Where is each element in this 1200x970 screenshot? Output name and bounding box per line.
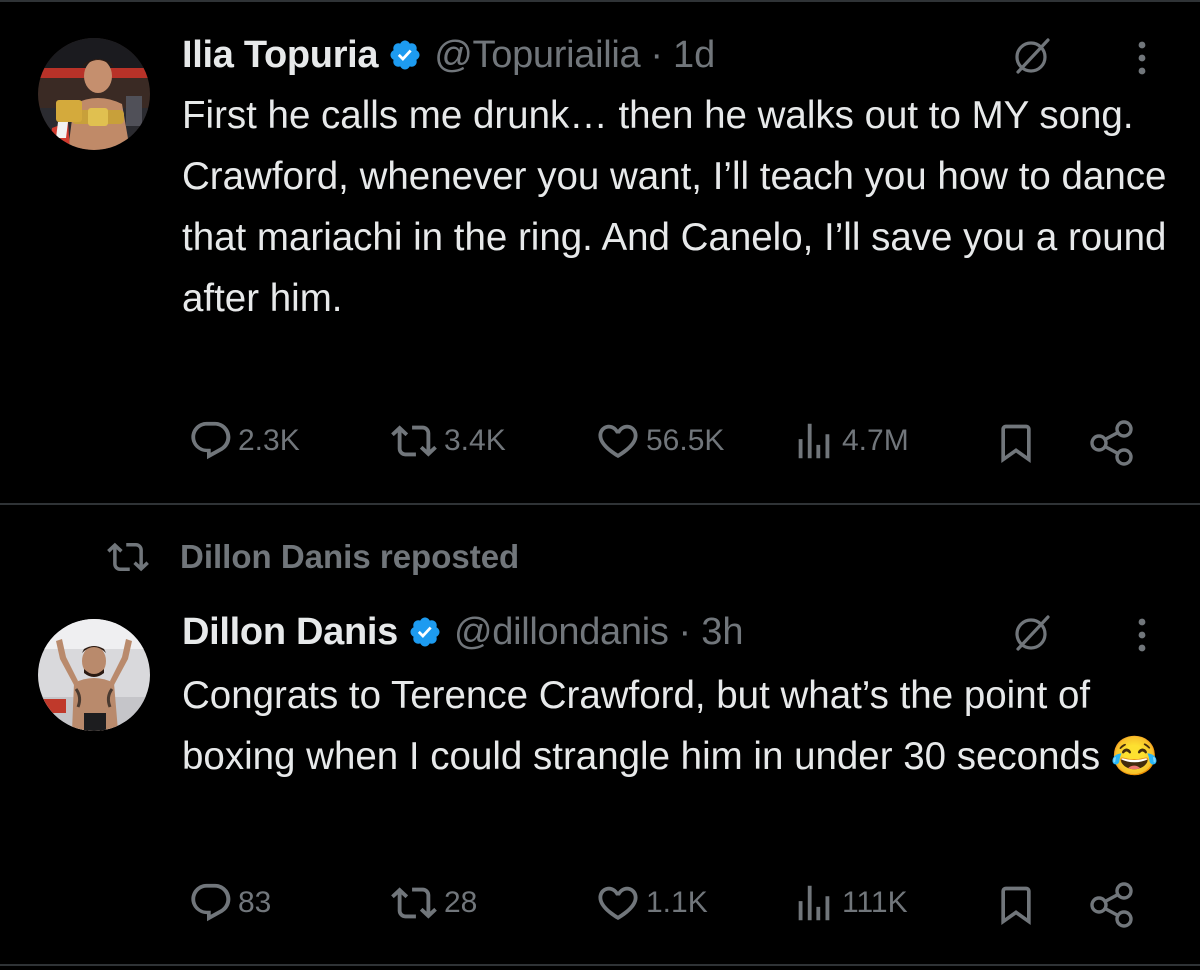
tweet-text: Congrats to Terence Crawford, but what’s… bbox=[182, 665, 1172, 787]
like-count: 1.1K bbox=[646, 886, 708, 919]
timestamp[interactable]: 1d bbox=[673, 34, 715, 77]
share-icon[interactable] bbox=[1088, 420, 1136, 466]
tweet-header: Ilia Topuria @Topuriailia · 1d bbox=[182, 30, 715, 80]
tweet-danis[interactable]: Dillon Danis @dillondanis · 3h Congrats … bbox=[0, 505, 1200, 965]
avatar[interactable] bbox=[38, 619, 150, 731]
repost-count: 3.4K bbox=[444, 424, 506, 457]
tweet-text-content: Congrats to Terence Crawford, but what’s… bbox=[182, 674, 1101, 778]
like-button[interactable]: 1.1K bbox=[594, 880, 708, 926]
handle[interactable]: @Topuriailia bbox=[434, 34, 640, 77]
repost-button[interactable]: 3.4K bbox=[388, 418, 506, 464]
verified-icon bbox=[390, 40, 420, 70]
action-bar: 83 28 1.1K 111K bbox=[0, 880, 1200, 930]
like-icon bbox=[598, 424, 638, 459]
tweet-topuria[interactable]: Ilia Topuria @Topuriailia · 1d First he … bbox=[0, 0, 1200, 504]
like-button[interactable]: 56.5K bbox=[594, 418, 724, 464]
like-count: 56.5K bbox=[646, 424, 725, 457]
display-name[interactable]: Ilia Topuria bbox=[182, 34, 379, 77]
reply-count: 2.3K bbox=[238, 424, 300, 457]
repost-icon bbox=[391, 887, 437, 919]
tweet-header: Dillon Danis @dillondanis · 3h bbox=[182, 607, 743, 657]
avatar[interactable] bbox=[38, 38, 150, 150]
reply-button[interactable]: 83 bbox=[188, 880, 271, 926]
handle[interactable]: @dillondanis bbox=[454, 611, 669, 654]
views-icon bbox=[798, 885, 830, 921]
timestamp[interactable]: 3h bbox=[701, 611, 743, 654]
tears-of-joy-emoji: 😂 bbox=[1110, 735, 1159, 778]
more-icon[interactable] bbox=[1124, 36, 1160, 80]
display-name[interactable]: Dillon Danis bbox=[182, 611, 398, 654]
bottom-divider bbox=[0, 964, 1200, 966]
views-button[interactable]: 111K bbox=[790, 880, 908, 926]
tweet-text: First he calls me drunk… then he walks o… bbox=[182, 94, 1167, 320]
bookmark-icon[interactable] bbox=[994, 420, 1038, 466]
action-bar: 2.3K 3.4K 56.5K 4.7M bbox=[0, 418, 1200, 468]
repost-count: 28 bbox=[444, 886, 478, 919]
share-icon[interactable] bbox=[1088, 882, 1136, 928]
reply-count: 83 bbox=[238, 886, 272, 919]
views-count: 111K bbox=[842, 886, 908, 919]
reply-icon bbox=[191, 883, 231, 922]
reply-button[interactable]: 2.3K bbox=[188, 418, 300, 464]
views-icon bbox=[798, 423, 830, 459]
bookmark-icon[interactable] bbox=[994, 882, 1038, 928]
views-button[interactable]: 4.7M bbox=[790, 418, 909, 464]
like-icon bbox=[598, 886, 638, 921]
verified-icon bbox=[410, 617, 440, 647]
grok-icon[interactable] bbox=[1010, 611, 1054, 655]
separator-dot: · bbox=[678, 610, 692, 653]
grok-icon[interactable] bbox=[1010, 34, 1054, 78]
separator-dot: · bbox=[650, 33, 664, 76]
reply-icon bbox=[191, 421, 231, 460]
repost-button[interactable]: 28 bbox=[388, 880, 477, 926]
views-count: 4.7M bbox=[842, 424, 909, 457]
more-icon[interactable] bbox=[1124, 613, 1160, 657]
repost-icon bbox=[391, 425, 437, 457]
